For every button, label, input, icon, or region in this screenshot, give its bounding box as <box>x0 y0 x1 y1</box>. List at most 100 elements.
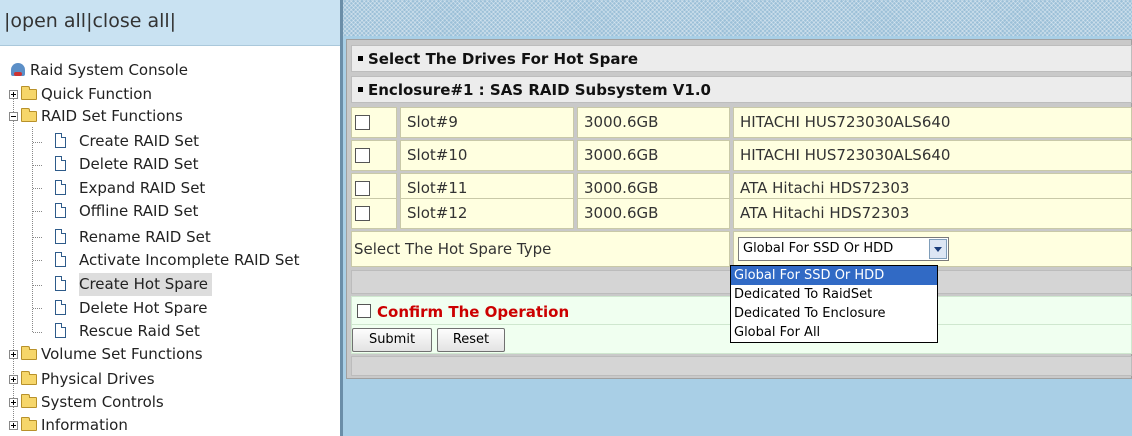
drive-row: Slot#12 3000.6GB ATA Hitachi HDS72303 <box>351 198 1132 229</box>
drive-select-cell <box>351 140 397 171</box>
expand-icon[interactable] <box>9 421 18 430</box>
drive-slot: Slot#9 <box>400 107 574 138</box>
drive-checkbox[interactable] <box>355 181 370 196</box>
tree-item-label: Expand RAID Set <box>79 179 206 197</box>
drive-select-cell <box>351 198 397 229</box>
tree-item-label: Volume Set Functions <box>41 345 203 363</box>
tree-item-volume-set-functions[interactable]: Volume Set Functions <box>0 343 340 366</box>
tree-item-label: Rescue Raid Set <box>79 322 200 340</box>
bullet-icon <box>358 56 363 61</box>
tree-item-create-raid-set[interactable]: Create RAID Set <box>0 130 340 153</box>
reset-button[interactable]: Reset <box>437 328 505 352</box>
tree-item-system-controls[interactable]: System Controls <box>0 391 340 414</box>
section-header: Select The Drives For Hot Spare <box>351 45 1132 72</box>
drive-row: Slot#10 3000.6GB HITACHI HUS723030ALS640 <box>351 140 1132 171</box>
drive-checkbox[interactable] <box>355 115 370 130</box>
page-icon <box>55 229 66 244</box>
tree-item-label: Create Hot Spare <box>79 273 213 296</box>
expand-icon[interactable] <box>9 375 18 384</box>
tree-item-label: Delete RAID Set <box>79 155 199 173</box>
close-all-link[interactable]: close all <box>92 10 169 32</box>
confirm-checkbox[interactable] <box>357 303 371 318</box>
expand-icon[interactable] <box>9 90 18 99</box>
folder-icon <box>21 417 37 431</box>
tree-item-information[interactable]: Information <box>0 414 340 436</box>
enclosure-header: Enclosure#1 : SAS RAID Subsystem V1.0 <box>351 76 1132 103</box>
page-icon <box>55 323 66 338</box>
submit-button[interactable]: Submit <box>352 328 432 352</box>
page-icon <box>55 252 66 267</box>
option-global-all[interactable]: Global For All <box>731 323 937 342</box>
tree-item-label: Delete Hot Spare <box>79 299 208 317</box>
open-all-link[interactable]: open all <box>10 10 86 32</box>
separator: | <box>169 10 177 32</box>
tree-item-delete-hot-spare[interactable]: Delete Hot Spare <box>0 297 340 320</box>
drive-select-cell <box>351 107 397 138</box>
tree-root-label: Raid System Console <box>30 61 188 79</box>
expand-icon[interactable] <box>9 350 18 359</box>
drive-checkbox[interactable] <box>355 206 370 221</box>
expand-icon[interactable] <box>9 398 18 407</box>
tree-item-delete-raid-set[interactable]: Delete RAID Set <box>0 153 340 176</box>
drive-size: 3000.6GB <box>577 140 730 171</box>
page-icon <box>55 203 66 218</box>
page-icon <box>55 300 66 315</box>
page-icon <box>55 133 66 148</box>
drive-size: 3000.6GB <box>577 107 730 138</box>
tree-item-activate-incomplete-raid-set[interactable]: Activate Incomplete RAID Set <box>0 249 340 272</box>
bullet-icon <box>358 87 363 92</box>
folder-icon <box>21 86 37 100</box>
option-global-ssd-hdd[interactable]: Global For SSD Or HDD <box>731 266 937 285</box>
drive-row: Slot#9 3000.6GB HITACHI HUS723030ALS640 <box>351 107 1132 138</box>
folder-icon <box>21 371 37 385</box>
tree-root[interactable]: Raid System Console <box>0 59 340 82</box>
page-icon <box>55 276 66 291</box>
section-title: Select The Drives For Hot Spare <box>368 50 639 68</box>
drive-size: 3000.6GB <box>577 198 730 229</box>
tree-item-expand-raid-set[interactable]: Expand RAID Set <box>0 177 340 200</box>
console-icon <box>11 63 25 76</box>
drive-checkbox[interactable] <box>355 148 370 163</box>
page-icon <box>55 156 66 171</box>
tree-toolbar: |open all|close all| <box>0 0 340 46</box>
option-dedicated-raidset[interactable]: Dedicated To RaidSet <box>731 285 937 304</box>
hot-spare-type-select[interactable]: Global For SSD Or HDD <box>738 237 949 261</box>
tree-item-rescue-raid-set[interactable]: Rescue Raid Set <box>0 320 340 343</box>
navigation-tree: |open all|close all| Raid System Console… <box>0 0 340 436</box>
tree-item-label: Rename RAID Set <box>79 228 211 246</box>
header-banner <box>343 0 1132 36</box>
confirm-label: Confirm The Operation <box>377 303 570 321</box>
drive-model: HITACHI HUS723030ALS640 <box>733 107 1132 138</box>
content-pane: Select The Drives For Hot Spare Enclosur… <box>340 0 1132 436</box>
chevron-down-icon[interactable] <box>929 239 947 259</box>
confirm-operation[interactable]: Confirm The Operation <box>357 297 569 327</box>
drive-slot: Slot#10 <box>400 140 574 171</box>
open-close-links: |open all|close all| <box>4 10 176 32</box>
hot-spare-type-row: Select The Hot Spare Type Global For SSD… <box>351 231 1132 267</box>
tree-item-offline-raid-set[interactable]: Offline RAID Set <box>0 200 340 223</box>
hot-spare-type-value: Global For SSD Or HDD <box>743 241 894 256</box>
tree-item-quick-function[interactable]: Quick Function <box>0 83 340 106</box>
folder-icon <box>21 346 37 360</box>
tree-item-label: Offline RAID Set <box>79 202 199 220</box>
page-icon <box>55 180 66 195</box>
tree-item-physical-drives[interactable]: Physical Drives <box>0 368 340 391</box>
tree-item-label: Activate Incomplete RAID Set <box>79 251 300 269</box>
collapse-icon[interactable] <box>9 112 18 121</box>
drive-model: HITACHI HUS723030ALS640 <box>733 140 1132 171</box>
hot-spare-type-label: Select The Hot Spare Type <box>351 231 730 267</box>
hot-spare-type-dropdown[interactable]: Global For SSD Or HDD Dedicated To RaidS… <box>730 265 938 343</box>
tree-item-label: Physical Drives <box>41 370 155 388</box>
tree-item-label: Create RAID Set <box>79 132 200 150</box>
tree-item-rename-raid-set[interactable]: Rename RAID Set <box>0 226 340 249</box>
footer-bar <box>351 356 1132 376</box>
tree-item-raid-set-functions[interactable]: RAID Set Functions <box>0 105 340 128</box>
tree-item-label: RAID Set Functions <box>41 107 183 125</box>
folder-open-icon <box>21 108 37 122</box>
folder-icon <box>21 394 37 408</box>
drive-model: ATA Hitachi HDS72303 <box>733 198 1132 229</box>
option-dedicated-enclosure[interactable]: Dedicated To Enclosure <box>731 304 937 323</box>
tree-item-create-hot-spare[interactable]: Create Hot Spare <box>0 273 340 296</box>
tree-item-label: Information <box>41 416 128 434</box>
enclosure-title: Enclosure#1 : SAS RAID Subsystem V1.0 <box>368 81 711 99</box>
